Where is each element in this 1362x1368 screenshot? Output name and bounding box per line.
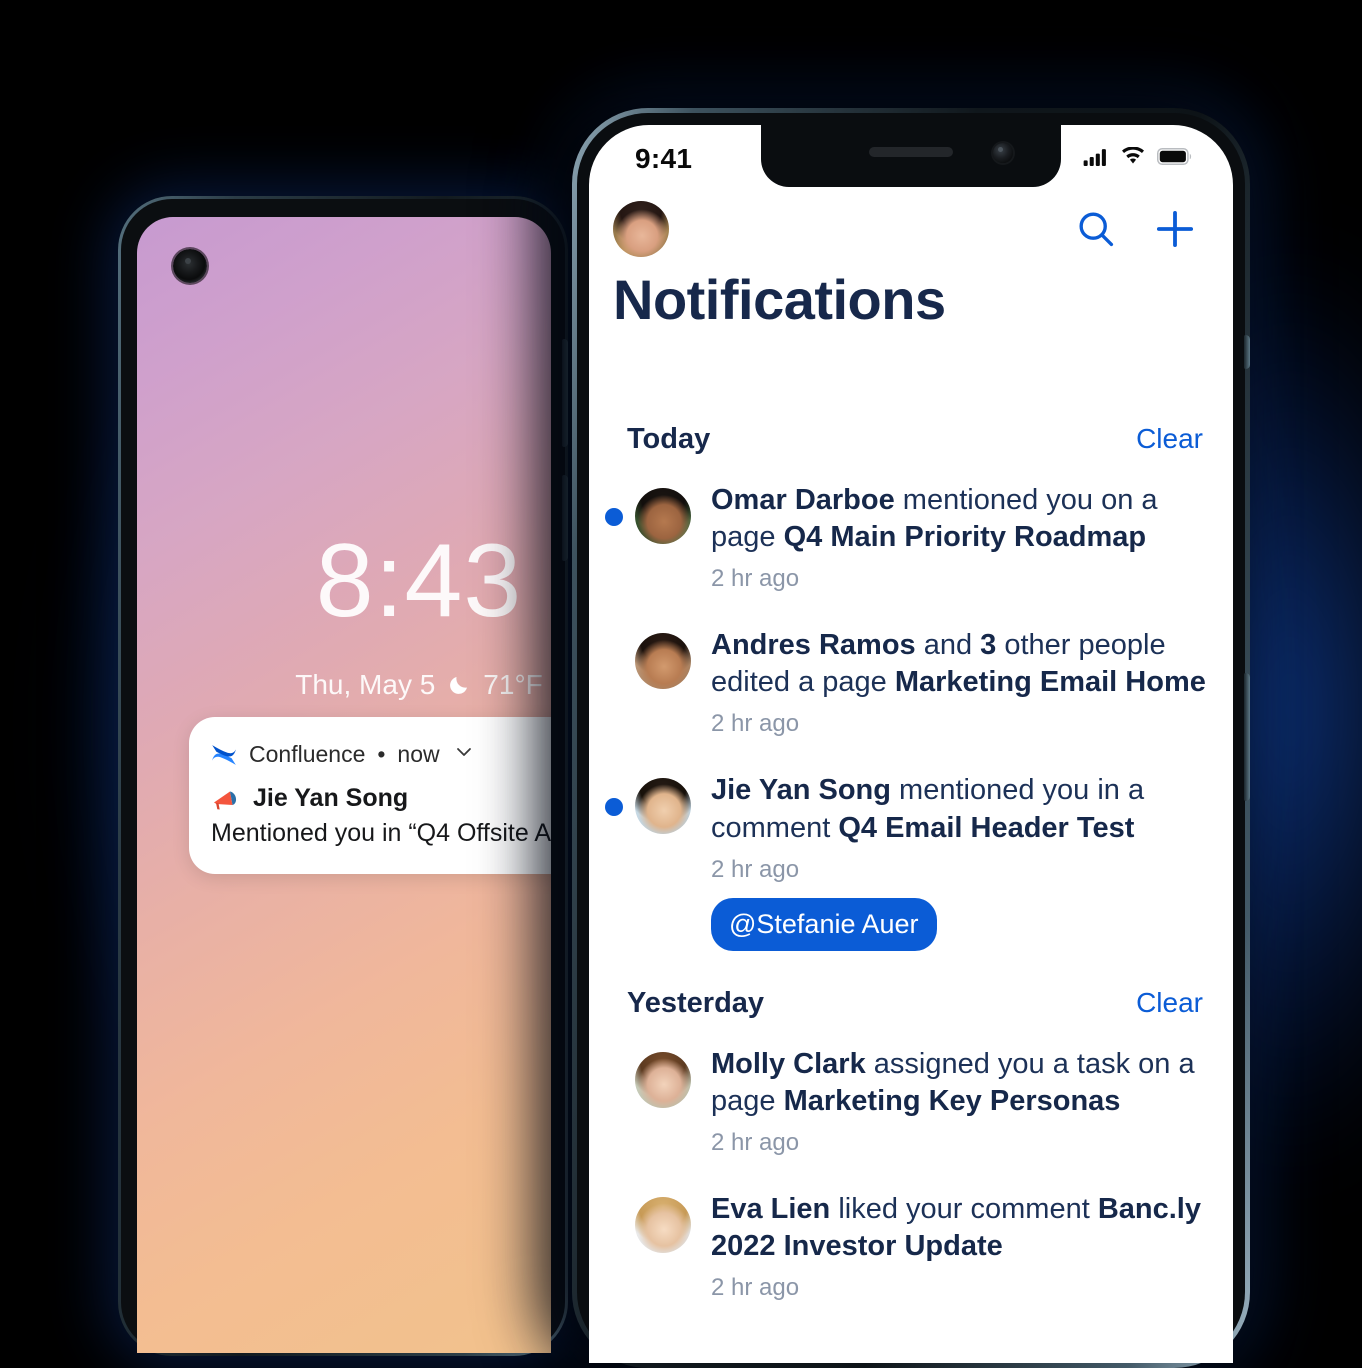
notification-actor: Omar Darboe xyxy=(711,484,895,516)
android-notification-separator: • xyxy=(377,741,386,767)
status-icons xyxy=(1083,146,1193,171)
confluence-icon xyxy=(211,743,237,767)
notification-actor: Andres Ramos xyxy=(711,629,916,662)
clear-button[interactable]: Clear xyxy=(1136,987,1203,1019)
scene-background: 8:43 Thu, May 5 71°F Confluence • now Ji… xyxy=(0,0,1362,1368)
notification-action: liked your comment xyxy=(830,1192,1098,1225)
android-notification-app-name: Confluence xyxy=(249,741,366,767)
android-volume-button[interactable] xyxy=(562,339,568,447)
lockscreen-date: Thu, May 5 xyxy=(295,669,436,700)
notification-item[interactable]: Jie Yan Song mentioned you in a comment … xyxy=(605,756,1209,968)
section-header: Today Clear xyxy=(605,405,1209,466)
moon-icon xyxy=(447,673,471,697)
notification-content: Molly Clark assigned you a task on a pag… xyxy=(711,1046,1209,1157)
status-time: 9:41 xyxy=(635,143,693,174)
search-icon[interactable] xyxy=(1075,208,1117,250)
notification-text: Jie Yan Song mentioned you in a comment … xyxy=(711,772,1209,846)
lockscreen-temperature: 71°F xyxy=(483,669,543,700)
notification-actor: Eva Lien xyxy=(711,1192,831,1225)
lockscreen-date-weather: Thu, May 5 71°F xyxy=(137,669,551,701)
lockscreen-clock: 8:43 xyxy=(315,523,523,639)
notification-action: and xyxy=(915,629,981,662)
section-title: Today xyxy=(627,423,711,455)
avatar[interactable] xyxy=(635,1051,691,1108)
android-notification-body: Mentioned you in “Q4 Offsite Attende xyxy=(211,819,551,847)
section-title: Yesterday xyxy=(627,986,765,1019)
android-power-button[interactable] xyxy=(562,475,568,561)
notifications-feed[interactable]: Today Clear Omar Darboe mentioned you on a… xyxy=(589,405,1233,1363)
notifications-app: 9:41 Notifications Today Clear Omar Darb… xyxy=(589,125,1233,1363)
notification-text: Molly Clark assigned you a task on a pag… xyxy=(711,1046,1209,1120)
notification-target: Q4 Main Priority Roadmap xyxy=(783,521,1147,554)
notification-timestamp: 2 hr ago xyxy=(711,565,800,593)
notification-target: Q4 Email Header Test xyxy=(838,811,1135,844)
notification-timestamp: 2 hr ago xyxy=(711,710,800,738)
notification-item[interactable]: Molly Clark assigned you a task on a pag… xyxy=(605,1030,1209,1175)
android-lockscreen[interactable]: 8:43 Thu, May 5 71°F Confluence • now Ji… xyxy=(137,217,551,1353)
signal-bars-icon xyxy=(1083,148,1109,171)
page-title: Notifications xyxy=(613,268,946,331)
battery-full-icon xyxy=(1156,148,1193,170)
android-device: 8:43 Thu, May 5 71°F Confluence • now Ji… xyxy=(118,196,568,1356)
android-notification-sender-row: Jie Yan Song xyxy=(211,784,551,813)
iphone-device: 9:41 Notifications Today Clear Omar Darb… xyxy=(572,108,1250,1368)
wifi-icon xyxy=(1120,146,1146,171)
unread-dot xyxy=(605,508,623,526)
section-header: Yesterday Clear xyxy=(605,969,1209,1030)
megaphone-icon xyxy=(211,786,241,812)
clear-button[interactable]: Clear xyxy=(1136,423,1203,455)
android-notification-time: now xyxy=(397,741,440,767)
front-camera-icon xyxy=(173,249,207,283)
notification-actor: Molly Clark xyxy=(711,1047,866,1080)
plus-icon[interactable] xyxy=(1153,207,1197,251)
mention-badge[interactable]: @Stefanie Auer xyxy=(711,897,937,951)
android-notification-card[interactable]: Confluence • now Jie Yan Song Mentioned … xyxy=(189,717,551,874)
notification-timestamp: 2 hr ago xyxy=(711,1128,800,1156)
notification-text: Andres Ramos and 3 other people edited a… xyxy=(711,627,1209,701)
notification-target: Marketing Key Personas xyxy=(783,1084,1121,1117)
iphone-power-button[interactable] xyxy=(1244,673,1250,801)
notification-item[interactable]: Eva Lien liked your comment Banc.ly 2022… xyxy=(605,1175,1209,1320)
avatar[interactable] xyxy=(635,778,691,835)
notification-content: Andres Ramos and 3 other people edited a… xyxy=(711,627,1209,738)
android-notification-sender: Jie Yan Song xyxy=(253,784,409,812)
notification-target: Marketing Email Home xyxy=(894,666,1206,699)
notification-item[interactable]: Andres Ramos and 3 other people edited a… xyxy=(605,611,1209,756)
iphone-mute-button[interactable] xyxy=(1244,335,1250,369)
notification-content: Omar Darboe mentioned you on a page Q4 M… xyxy=(711,482,1209,593)
status-bar: 9:41 xyxy=(589,125,1233,187)
notification-text: Eva Lien liked your comment Banc.ly 2022… xyxy=(711,1191,1209,1265)
avatar[interactable] xyxy=(613,201,669,257)
notification-count: 3 xyxy=(980,629,997,662)
unread-dot xyxy=(605,798,623,817)
app-nav-bar xyxy=(589,187,1233,271)
notification-actor: Jie Yan Song xyxy=(711,774,891,807)
notification-timestamp: 2 hr ago xyxy=(711,855,800,883)
notification-content: Eva Lien liked your comment Banc.ly 2022… xyxy=(711,1191,1209,1302)
notification-content: Jie Yan Song mentioned you in a comment … xyxy=(711,772,1209,951)
iphone-body: 9:41 Notifications Today Clear Omar Darb… xyxy=(577,113,1250,1363)
nav-actions xyxy=(1075,207,1197,251)
chevron-down-icon[interactable] xyxy=(454,742,474,767)
avatar[interactable] xyxy=(635,633,691,690)
android-body: 8:43 Thu, May 5 71°F Confluence • now Ji… xyxy=(121,199,568,1353)
notification-item[interactable]: Omar Darboe mentioned you on a page Q4 M… xyxy=(605,466,1209,611)
avatar[interactable] xyxy=(635,1196,691,1253)
android-notification-header: Confluence • now xyxy=(211,741,551,768)
notification-text: Omar Darboe mentioned you on a page Q4 M… xyxy=(711,482,1209,556)
avatar[interactable] xyxy=(635,488,691,544)
notification-timestamp: 2 hr ago xyxy=(711,1274,800,1302)
